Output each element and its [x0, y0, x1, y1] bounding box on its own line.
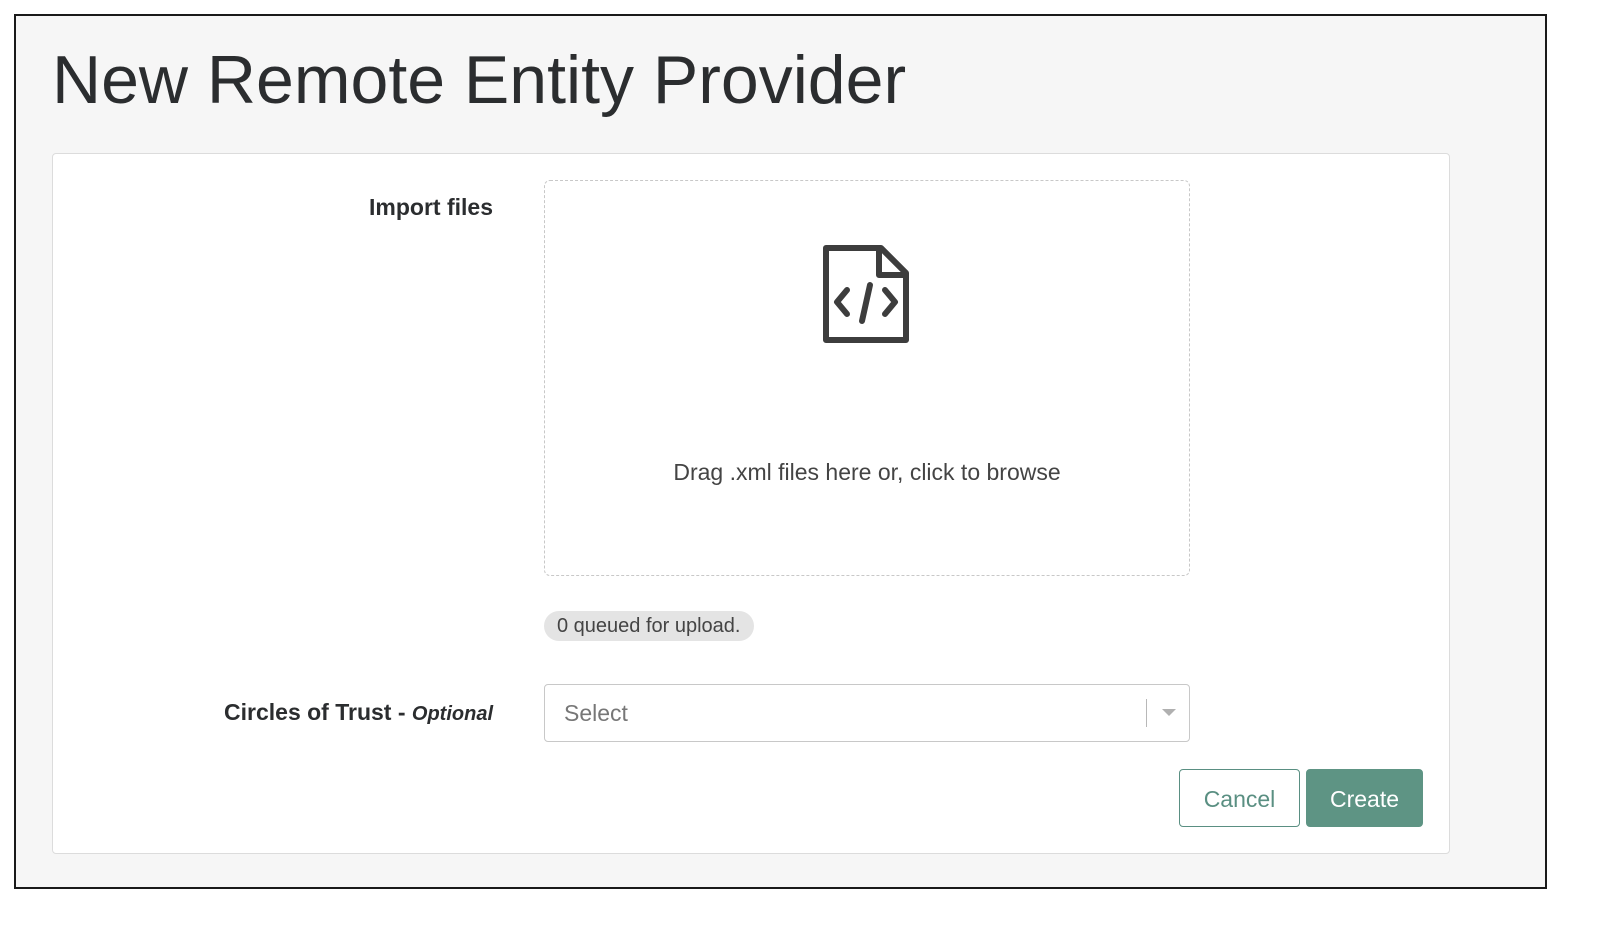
optional-marker: Optional [411, 703, 493, 725]
app-window: New Remote Entity Provider Import files … [14, 14, 1547, 889]
circles-of-trust-select[interactable]: Select [544, 684, 1190, 742]
chevron-down-icon[interactable] [1162, 709, 1176, 716]
file-dropzone[interactable]: Drag .xml files here or, click to browse [544, 180, 1190, 576]
page-title: New Remote Entity Provider [52, 42, 907, 118]
upload-queue-badge: 0 queued for upload. [544, 611, 754, 641]
select-separator [1146, 699, 1147, 727]
form-card: Import files Drag .xml files here or, cl… [52, 153, 1450, 854]
dropzone-instructions: Drag .xml files here or, click to browse [673, 459, 1061, 485]
file-code-icon [823, 245, 909, 343]
cancel-button[interactable]: Cancel [1179, 769, 1300, 827]
create-button[interactable]: Create [1306, 769, 1423, 827]
import-files-label: Import files [369, 194, 493, 220]
circles-of-trust-label-text: Circles of Trust - [224, 699, 406, 725]
select-placeholder: Select [564, 700, 628, 726]
circles-of-trust-label: Circles of Trust - Optional [224, 699, 493, 726]
